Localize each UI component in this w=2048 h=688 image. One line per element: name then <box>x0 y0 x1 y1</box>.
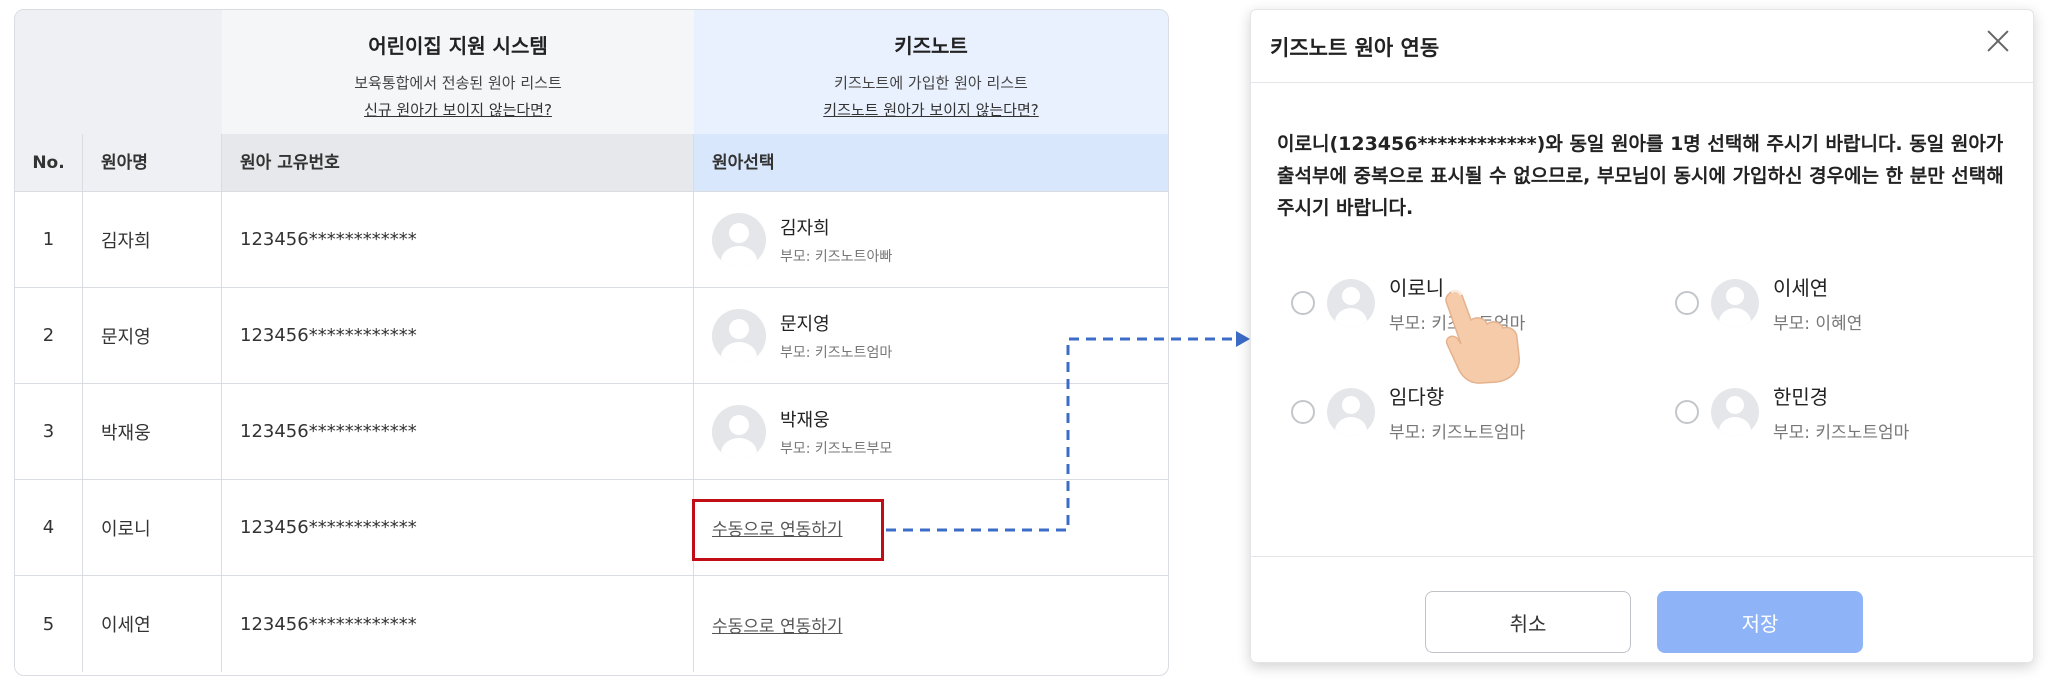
student-option[interactable]: 임다향 부모: 키즈노트엄마 <box>1291 381 1525 443</box>
student-option[interactable]: 이세연 부모: 이혜연 <box>1675 272 1862 334</box>
radio-button[interactable] <box>1291 400 1315 424</box>
kid-parent: 부모: 이혜연 <box>1773 314 1863 334</box>
kid-parent: 부모: 키즈노트엄마 <box>1773 423 1910 443</box>
kid-info: 한민경 부모: 키즈노트엄마 <box>1773 381 1909 443</box>
save-button[interactable]: 저장 <box>1657 591 1863 653</box>
avatar <box>1711 388 1759 436</box>
close-icon[interactable] <box>1981 24 2015 58</box>
modal-title: 키즈노트 원아 연동 <box>1270 36 1440 60</box>
kid-name: 이세연 <box>1773 276 1829 300</box>
link-student-modal: 키즈노트 원아 연동 이로니(123456************)와 동일 원… <box>1250 9 2034 663</box>
avatar <box>1327 279 1375 327</box>
hand-pointer-icon <box>1445 289 1520 384</box>
radio-button[interactable] <box>1675 291 1699 315</box>
modal-header: 키즈노트 원아 연동 <box>1251 10 2033 83</box>
modal-message: 이로니(123456************)와 동일 원아를 1명 선택해 주… <box>1277 133 2004 219</box>
student-option[interactable]: 한민경 부모: 키즈노트엄마 <box>1675 381 1909 443</box>
kid-info: 이세연 부모: 이혜연 <box>1773 272 1862 334</box>
avatar <box>1711 279 1759 327</box>
radio-button[interactable] <box>1675 400 1699 424</box>
radio-button[interactable] <box>1291 291 1315 315</box>
cancel-button[interactable]: 취소 <box>1425 591 1631 653</box>
kid-name: 한민경 <box>1773 385 1829 409</box>
kid-parent: 부모: 키즈노트엄마 <box>1389 423 1526 443</box>
avatar <box>1327 388 1375 436</box>
kid-info: 임다향 부모: 키즈노트엄마 <box>1389 381 1525 443</box>
modal-footer: 취소 저장 <box>1251 556 2033 663</box>
